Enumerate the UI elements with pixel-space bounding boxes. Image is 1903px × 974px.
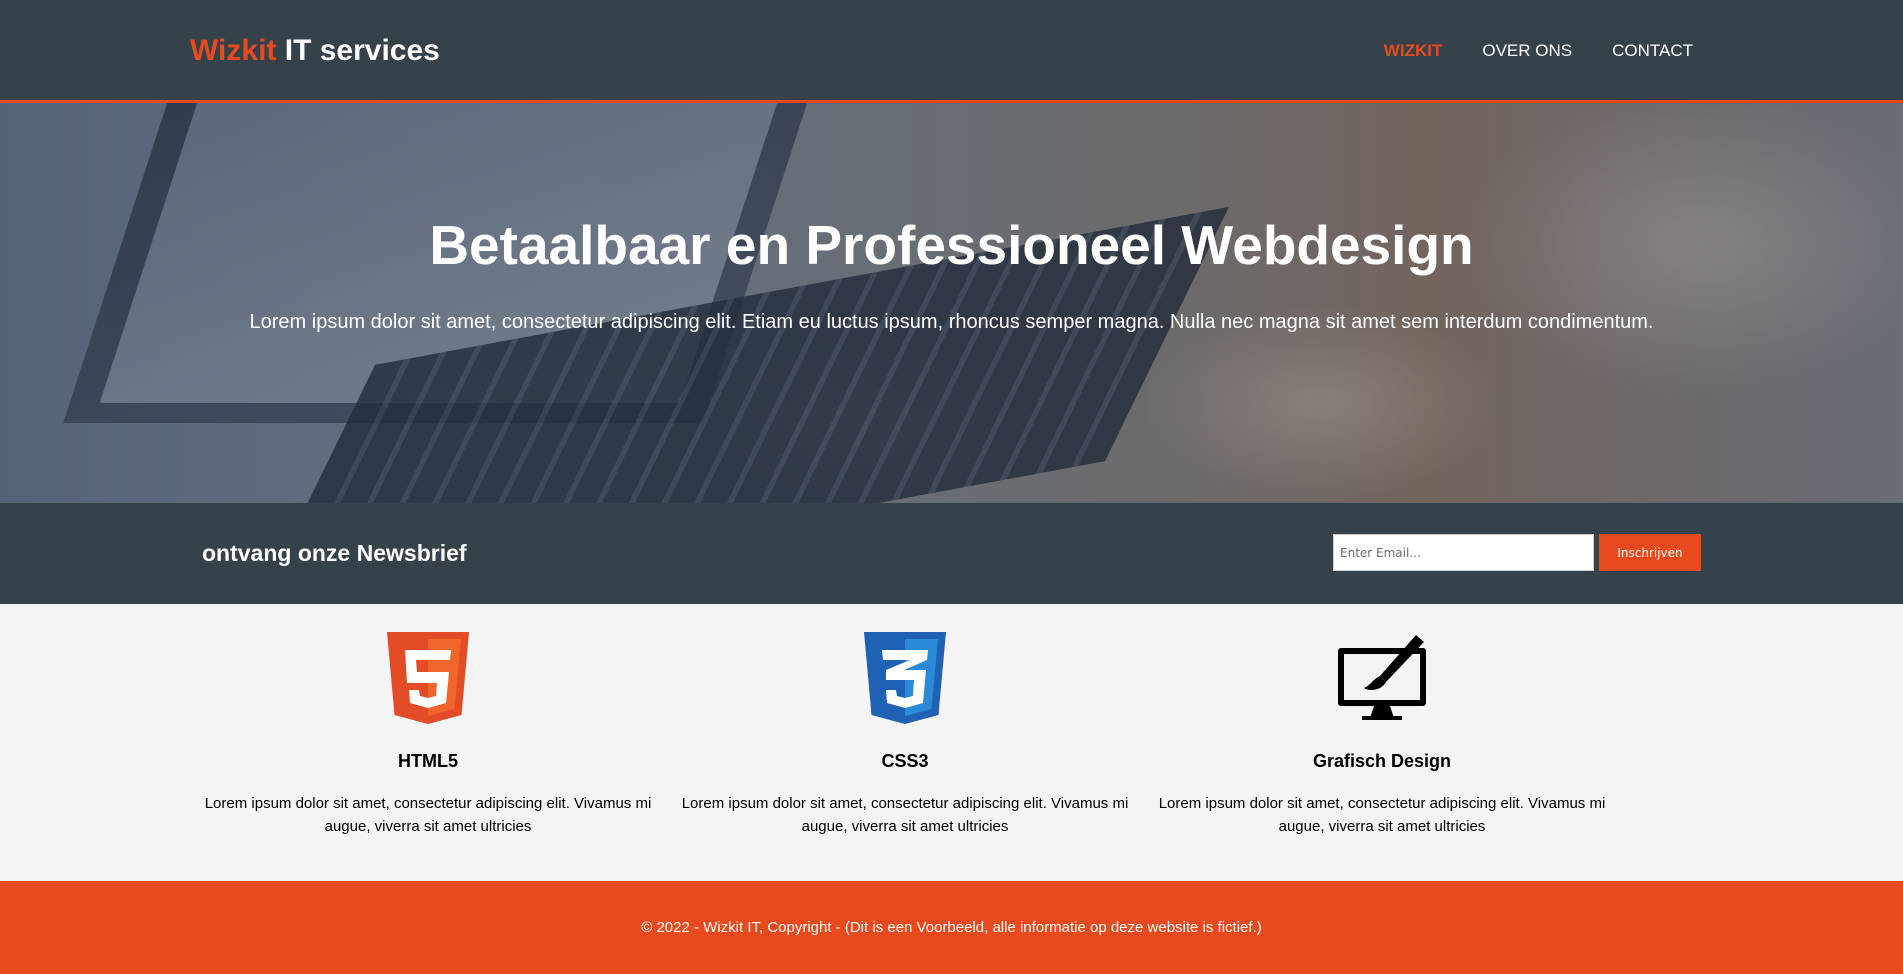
nav-item-contact[interactable]: CONTACT <box>1612 41 1693 61</box>
site-header: Wizkit IT services WIZKIT OVER ONS CONTA… <box>0 0 1903 103</box>
feature-text: Lorem ipsum dolor sit amet, consectetur … <box>681 795 1129 835</box>
copyright-text: © 2022 - Wizkit IT, Copyright - (Dit is … <box>641 919 1262 936</box>
main-nav: WIZKIT OVER ONS CONTACT <box>1384 41 1693 61</box>
feature-boxes: HTML5 Lorem ipsum dolor sit amet, consec… <box>0 604 1903 881</box>
newsletter-section: ontvang onze Newsbrief Inschrijven <box>0 503 1903 604</box>
hero-title: Betaalbaar en Professioneel Webdesign <box>429 214 1474 276</box>
feature-title: Grafisch Design <box>1312 751 1452 771</box>
hero-subtitle: Lorem ipsum dolor sit amet, consectetur … <box>249 311 1654 333</box>
html5-logo-icon <box>387 632 469 724</box>
nav-item-over-ons[interactable]: OVER ONS <box>1482 41 1572 61</box>
hero-showcase: Betaalbaar en Professioneel Webdesign Lo… <box>0 103 1903 503</box>
hero-overlay <box>0 103 1903 503</box>
feature-title: CSS3 <box>881 751 929 771</box>
subscribe-button[interactable]: Inschrijven <box>1599 534 1701 571</box>
logo-text: IT services <box>276 34 440 67</box>
logo-accent-text: Wizkit <box>190 34 277 67</box>
email-input[interactable] <box>1333 534 1594 571</box>
site-footer: © 2022 - Wizkit IT, Copyright - (Dit is … <box>0 881 1903 974</box>
monitor-brush-icon <box>1338 635 1426 720</box>
feature-title: HTML5 <box>398 751 458 771</box>
nav-item-wizkit[interactable]: WIZKIT <box>1384 41 1443 61</box>
feature-text: Lorem ipsum dolor sit amet, consectetur … <box>1158 795 1606 835</box>
site-logo[interactable]: Wizkit IT services <box>190 34 440 68</box>
css3-logo-icon <box>864 632 946 724</box>
newsletter-heading: ontvang onze Newsbrief <box>202 540 467 566</box>
feature-text: Lorem ipsum dolor sit amet, consectetur … <box>204 795 652 835</box>
